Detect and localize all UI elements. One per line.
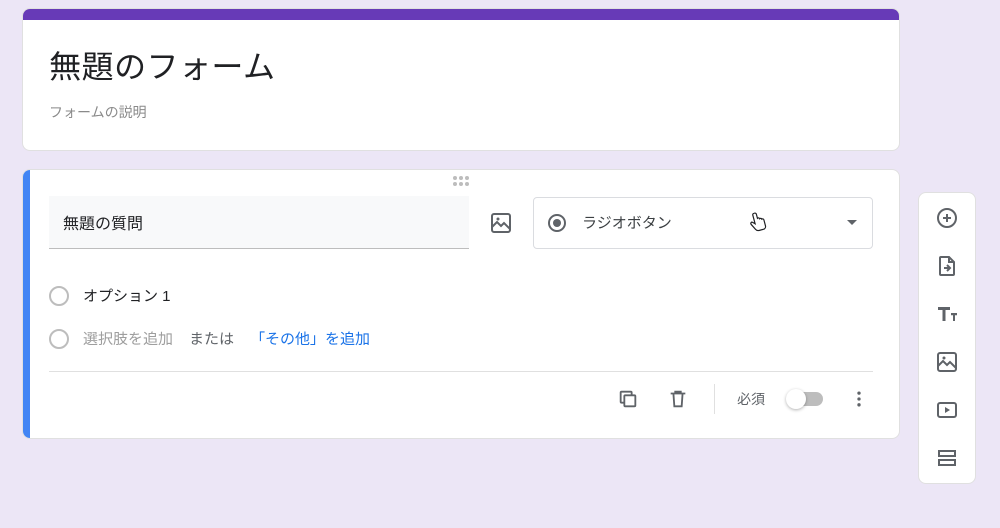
delete-button[interactable] bbox=[664, 385, 692, 413]
required-toggle[interactable] bbox=[787, 392, 823, 406]
option-text[interactable]: オプション 1 bbox=[83, 285, 171, 306]
question-title-input[interactable]: 無題の質問 bbox=[49, 196, 469, 249]
or-label: または bbox=[189, 328, 234, 349]
question-card: 無題の質問 ラジオボタン bbox=[22, 169, 900, 439]
add-option-row: 選択肢を追加 または 「その他」を追加 bbox=[49, 328, 873, 349]
question-type-label: ラジオボタン bbox=[582, 212, 672, 233]
import-questions-button[interactable] bbox=[932, 251, 962, 281]
duplicate-button[interactable] bbox=[614, 385, 642, 413]
drag-handle-icon[interactable] bbox=[453, 176, 469, 186]
form-description[interactable]: フォームの説明 bbox=[49, 102, 873, 122]
cursor-pointer-icon bbox=[746, 210, 769, 236]
radio-empty-icon bbox=[49, 286, 69, 306]
divider bbox=[49, 371, 873, 372]
radio-empty-icon bbox=[49, 329, 69, 349]
vertical-divider bbox=[714, 384, 715, 414]
add-title-button[interactable] bbox=[932, 299, 962, 329]
question-type-dropdown[interactable]: ラジオボタン bbox=[533, 197, 873, 249]
active-indicator bbox=[23, 170, 30, 438]
add-other-link[interactable]: 「その他」を追加 bbox=[250, 328, 370, 349]
add-option-placeholder[interactable]: 選択肢を追加 bbox=[83, 328, 173, 349]
add-image-icon[interactable] bbox=[487, 209, 515, 237]
option-row[interactable]: オプション 1 bbox=[49, 285, 873, 306]
accent-bar bbox=[23, 9, 899, 20]
add-image-button[interactable] bbox=[932, 347, 962, 377]
add-section-button[interactable] bbox=[932, 443, 962, 473]
radio-icon bbox=[548, 214, 566, 232]
add-video-button[interactable] bbox=[932, 395, 962, 425]
form-header-card: 無題のフォーム フォームの説明 bbox=[22, 8, 900, 151]
add-question-button[interactable] bbox=[932, 203, 962, 233]
required-label: 必須 bbox=[737, 389, 765, 409]
form-title[interactable]: 無題のフォーム bbox=[49, 42, 873, 88]
chevron-down-icon bbox=[846, 219, 858, 227]
side-toolbar bbox=[918, 192, 976, 484]
more-options-button[interactable] bbox=[845, 385, 873, 413]
